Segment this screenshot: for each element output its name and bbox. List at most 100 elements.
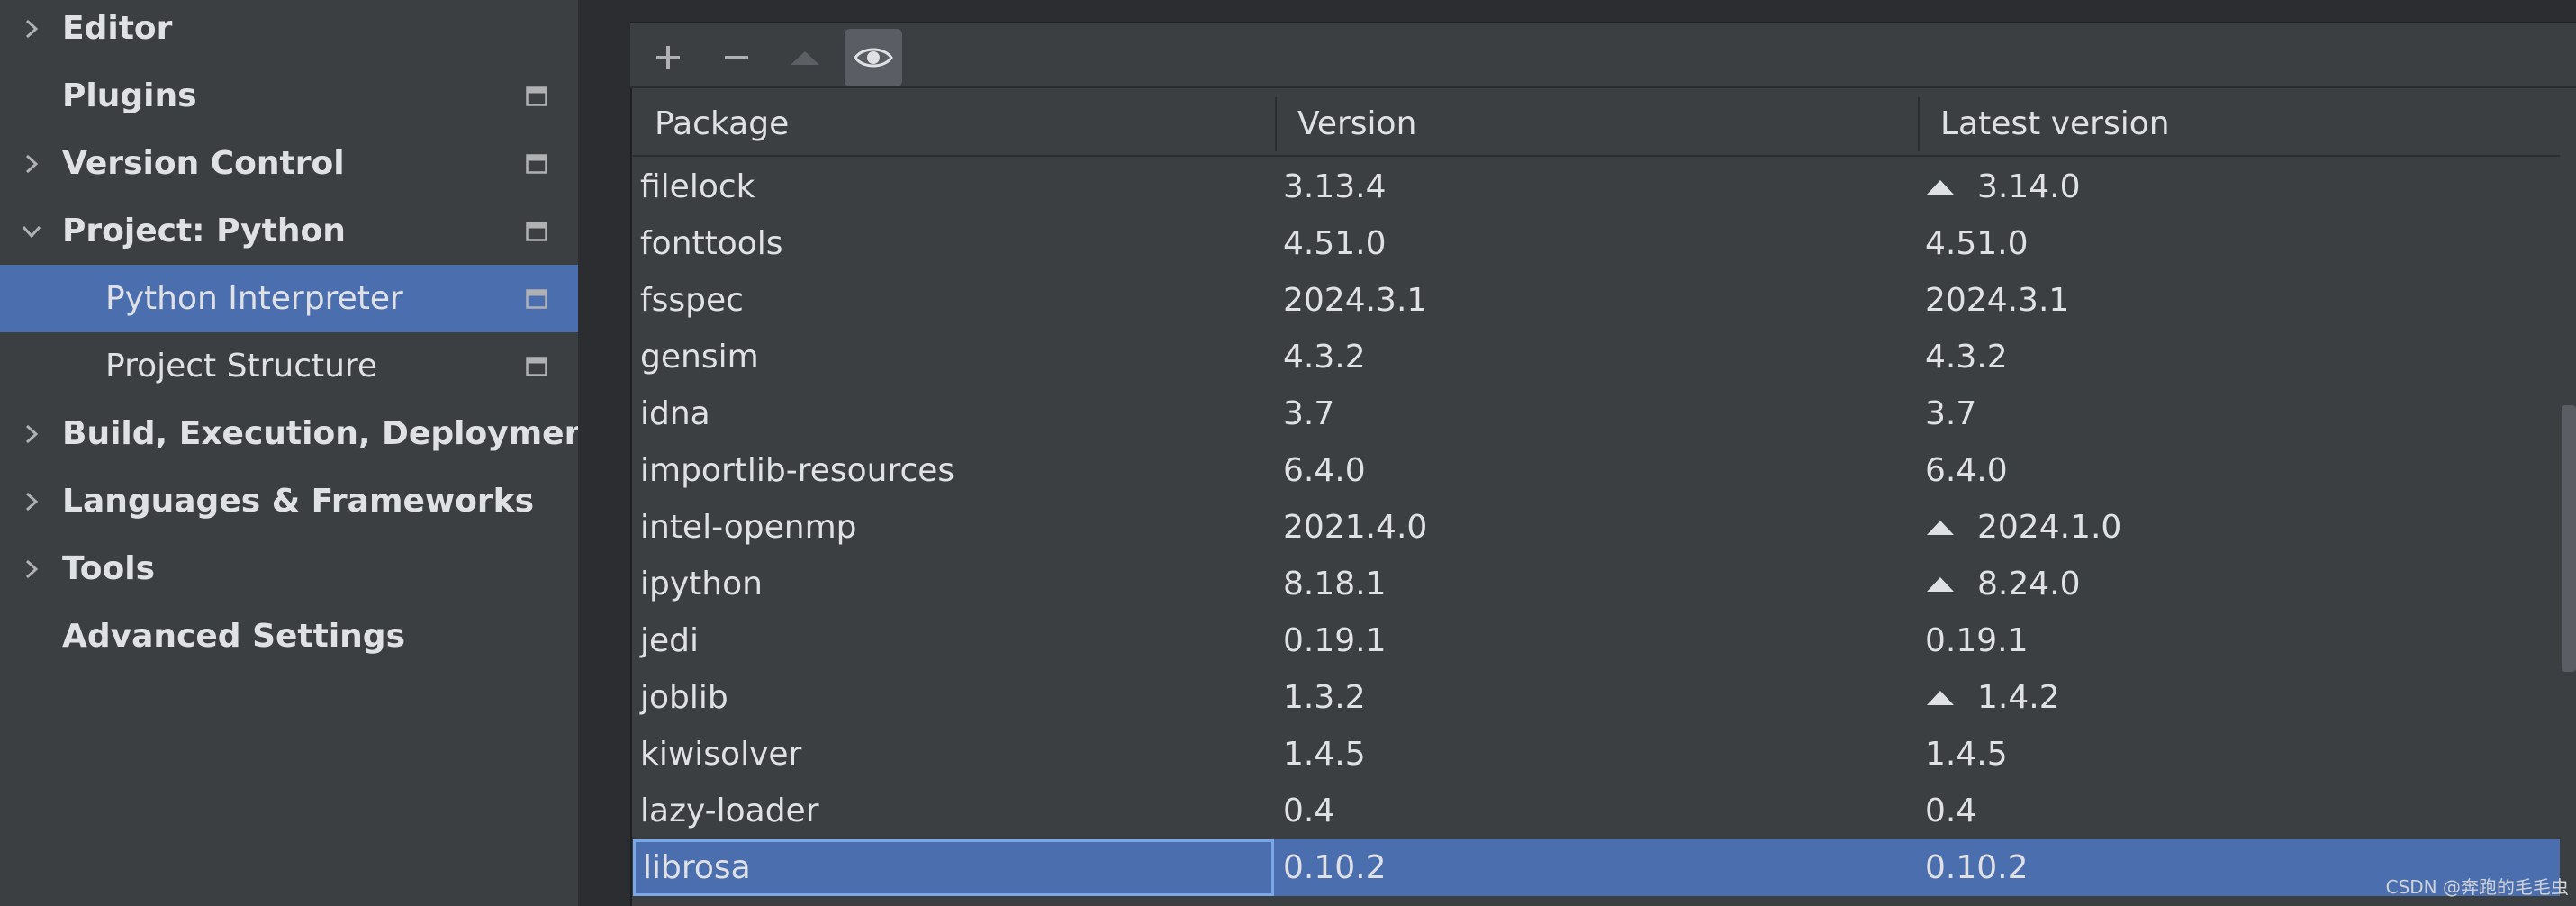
latest-version-cell: 3.7	[1925, 385, 2555, 442]
sidebar-item-label: Advanced Settings	[62, 618, 406, 655]
table-row[interactable]: kiwisolver 1.4.5 1.4.5	[633, 726, 2560, 783]
package-version-cell: 4.51.0	[1283, 215, 1913, 272]
upgrade-available-icon	[1925, 519, 1977, 537]
latest-version-cell: 0.19.1	[1925, 612, 2555, 669]
latest-version: 6.4.0	[1925, 452, 2008, 489]
sidebar-item-label: Version Control	[62, 145, 345, 182]
package-name-cell: fsspec	[640, 272, 1270, 329]
sidebar-item-label: Project: Python	[62, 213, 346, 249]
package-name: librosa	[643, 849, 751, 886]
table-row[interactable]: ipython 8.18.1 8.24.0	[633, 556, 2560, 612]
show-early-releases-button[interactable]	[845, 29, 902, 86]
latest-version: 4.3.2	[1925, 339, 2008, 376]
package-version: 4.3.2	[1283, 339, 1366, 376]
package-version: 0.19.1	[1283, 622, 1387, 659]
sidebar-item-label: Project Structure	[105, 348, 378, 385]
upgrade-package-button[interactable]	[776, 29, 834, 86]
add-package-button[interactable]	[639, 29, 697, 86]
sidebar-item-build-execution-deployment[interactable]: Build, Execution, Deployment	[0, 400, 602, 467]
packages-table-header: Package Version Latest version	[633, 92, 2560, 157]
sidebar-item-plugins[interactable]: Plugins	[0, 62, 578, 130]
sidebar-item-project-python[interactable]: Project: Python	[0, 197, 578, 265]
latest-version: 1.4.5	[1925, 736, 2008, 773]
package-name-cell: intel-openmp	[640, 499, 1270, 556]
latest-version-cell: 1.4.5	[1925, 726, 2555, 783]
column-header-version[interactable]: Version	[1276, 92, 1919, 155]
latest-version: 4.51.0	[1925, 225, 2029, 262]
latest-version: 8.24.0	[1977, 566, 2081, 602]
project-level-icon	[526, 356, 547, 376]
package-version-cell: 3.7	[1283, 385, 1913, 442]
latest-version-cell: 4.51.0	[1925, 215, 2555, 272]
project-level-icon	[526, 153, 547, 174]
upgrade-available-icon	[1925, 689, 1977, 707]
sidebar-item-editor[interactable]: Editor	[0, 0, 578, 62]
package-name-cell: gensim	[640, 329, 1270, 385]
package-name: kiwisolver	[640, 736, 802, 773]
project-level-icon	[526, 86, 547, 106]
table-row[interactable]: fonttools 4.51.0 4.51.0	[633, 215, 2560, 272]
package-name-cell: importlib-resources	[640, 442, 1270, 499]
package-name: idna	[640, 395, 710, 432]
column-header-package[interactable]: Package	[633, 92, 1276, 155]
table-row[interactable]: fsspec 2024.3.1 2024.3.1	[633, 272, 2560, 329]
package-name: intel-openmp	[640, 509, 857, 546]
table-row[interactable]: joblib 1.3.2 1.4.2	[633, 669, 2560, 726]
table-row[interactable]: librosa 0.10.2 0.10.2	[633, 839, 2560, 896]
sidebar-item-advanced-settings[interactable]: Advanced Settings	[0, 602, 578, 670]
package-version: 4.51.0	[1283, 225, 1387, 262]
chevron-right-icon[interactable]	[20, 17, 43, 41]
package-version: 8.18.1	[1283, 566, 1387, 602]
package-version-cell: 2024.3.1	[1283, 272, 1913, 329]
package-version: 3.7	[1283, 395, 1335, 432]
column-header-latest-version[interactable]: Latest version	[1919, 92, 2560, 155]
table-row[interactable]: filelock 3.13.4 3.14.0	[633, 159, 2560, 215]
package-name-cell: fonttools	[640, 215, 1270, 272]
latest-version: 3.14.0	[1977, 168, 2081, 205]
latest-version: 0.19.1	[1925, 622, 2029, 659]
sidebar-item-python-interpreter[interactable]: Python Interpreter	[0, 265, 578, 332]
watermark: CSDN @奔跑的毛毛虫	[2385, 876, 2569, 898]
table-row[interactable]: jedi 0.19.1 0.19.1	[633, 612, 2560, 669]
chevron-down-icon[interactable]	[20, 220, 43, 243]
package-name-cell: idna	[640, 385, 1270, 442]
table-row[interactable]: idna 3.7 3.7	[633, 385, 2560, 442]
latest-version: 2024.3.1	[1925, 282, 2070, 319]
package-name: joblib	[640, 679, 728, 716]
table-row[interactable]: gensim 4.3.2 4.3.2	[633, 329, 2560, 385]
vertical-scrollbar[interactable]	[2562, 405, 2576, 672]
package-name-cell: joblib	[640, 669, 1270, 726]
latest-version-cell: 6.4.0	[1925, 442, 2555, 499]
chevron-right-icon[interactable]	[20, 490, 43, 513]
chevron-right-icon[interactable]	[20, 152, 43, 176]
sidebar-item-project-structure[interactable]: Project Structure	[0, 332, 578, 400]
package-name-cell: jedi	[640, 612, 1270, 669]
upgrade-available-icon	[1925, 178, 1977, 196]
package-name-cell: lazy-loader	[640, 783, 1270, 839]
project-level-icon	[526, 221, 547, 241]
chevron-right-icon[interactable]	[20, 422, 43, 446]
remove-package-button[interactable]	[708, 29, 765, 86]
sidebar-item-languages-frameworks[interactable]: Languages & Frameworks	[0, 467, 578, 535]
table-row[interactable]: importlib-resources 6.4.0 6.4.0	[633, 442, 2560, 499]
project-level-icon	[526, 288, 547, 309]
latest-version-cell: 2024.1.0	[1925, 499, 2555, 556]
package-name-cell: kiwisolver	[640, 726, 1270, 783]
eye-icon	[854, 48, 893, 68]
package-name-cell: ipython	[640, 556, 1270, 612]
sidebar-item-tools[interactable]: Tools	[0, 535, 578, 602]
package-version: 6.4.0	[1283, 452, 1366, 489]
sidebar-item-label: Python Interpreter	[105, 280, 403, 317]
package-version-cell: 0.10.2	[1283, 839, 1913, 896]
table-row[interactable]: intel-openmp 2021.4.0 2024.1.0	[633, 499, 2560, 556]
package-version-cell: 0.4	[1283, 783, 1913, 839]
settings-sidebar: Editor Plugins Version Control Project: Pyt…	[0, 0, 602, 906]
table-row[interactable]: lazy-loader 0.4 0.4	[633, 783, 2560, 839]
sidebar-item-label: Languages & Frameworks	[62, 483, 535, 520]
latest-version-cell: 1.4.2	[1925, 669, 2555, 726]
sidebar-item-version-control[interactable]: Version Control	[0, 130, 578, 197]
latest-version: 1.4.2	[1977, 679, 2060, 716]
package-name: fonttools	[640, 225, 783, 262]
chevron-right-icon[interactable]	[20, 557, 43, 581]
package-version-cell: 8.18.1	[1283, 556, 1913, 612]
